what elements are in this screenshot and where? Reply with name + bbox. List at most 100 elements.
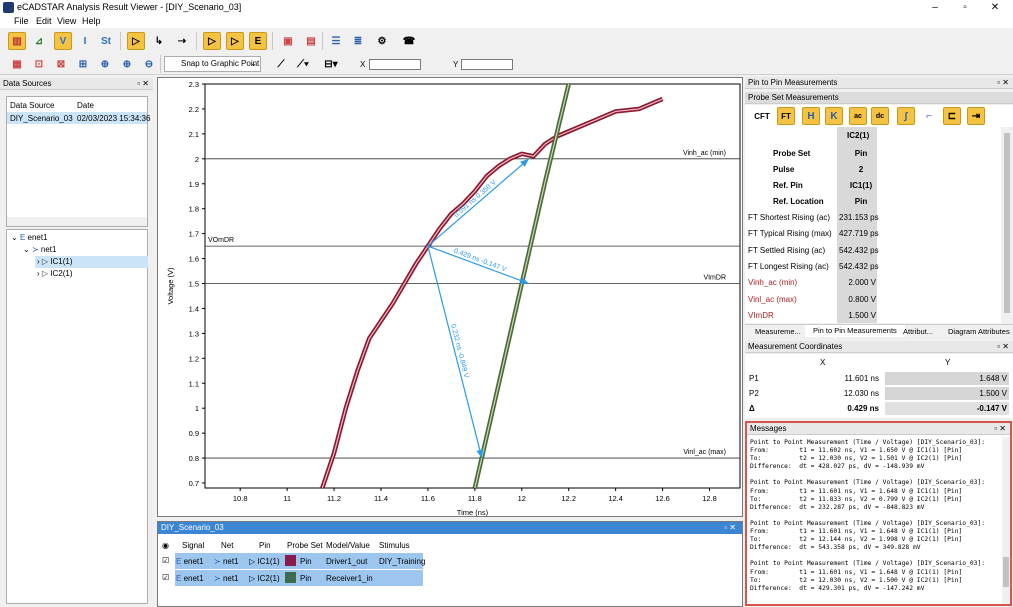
close-button[interactable]: ✕ [980,1,1010,14]
panel-controls-icon[interactable]: ▫ ✕ [997,77,1009,89]
zoom-box-icon[interactable]: ⊡ [30,55,48,73]
export-icon[interactable]: ⇥ [967,107,985,125]
stimulus-icon[interactable]: St [97,32,115,50]
net-value: net1 [222,574,239,583]
panel-controls-icon[interactable]: ▫ ✕ [997,341,1009,353]
zoom-area-icon[interactable]: ⊕ [96,55,114,73]
phone-icon[interactable]: ☎ [400,32,418,50]
x-tick-label: 12.4 [608,494,623,503]
net-cell: ≻ net1 [214,574,239,583]
y-coord-field[interactable] [461,59,513,70]
tree-label: net1 [40,245,57,254]
panel-controls-icon[interactable]: ▫ ✕ [137,78,149,90]
zoom-select-icon[interactable]: ⊠ [52,55,70,73]
settings-gear-icon[interactable]: ⚙ [373,32,391,50]
edge-rise-icon[interactable]: ∫ [897,107,915,125]
y-tick-label: 2.1 [189,130,199,139]
tree-item-ic1[interactable]: › ▷ IC1(1) [37,257,73,266]
panel-controls-icon[interactable]: ▫ ✕ [724,522,736,534]
tab-diagram-attributes[interactable]: Diagram Attributes [948,327,1010,336]
driver-icon[interactable]: ▷ [203,32,221,50]
ruler-dropdown-icon[interactable]: ⟋▾ [294,55,312,73]
col-data-source: Data Source [10,101,55,110]
menu-file[interactable]: File [14,16,29,26]
vertical-scrollbar[interactable] [1002,437,1010,604]
minimize-button[interactable]: – [920,1,950,14]
probe-edit-icon[interactable]: ↳ [150,32,168,50]
waveform-plot[interactable]: 2.3 2.2 2.1 2 1.9 1.8 1.7 1.6 1.5 1.4 1.3 1.2 1.1 1 0.… [157,77,743,517]
eye-icon[interactable]: ◉ [162,541,169,550]
zoom-out-icon[interactable]: ⊖ [140,55,158,73]
table-row[interactable] [175,570,423,586]
coord-x-value: 0.429 ns [847,404,879,413]
checkbox-checked-icon[interactable]: ☑ [162,573,169,582]
ptp-row-label: Vinh_ac (min) [748,278,798,287]
fit-icon[interactable]: ⊞ [74,55,92,73]
current-icon[interactable]: I [76,32,94,50]
probe-branch-icon[interactable]: ⇢ [173,32,191,50]
bar-chart-icon[interactable]: ▥ [8,32,26,50]
menu-view[interactable]: View [57,16,76,26]
edge-fall-icon[interactable]: ⌐ [920,107,938,125]
tab-attributes[interactable]: Attribut... [903,327,933,336]
ptp-row-value: 1.500 V [848,311,876,320]
ptp-row-label: Vinl_ac (max) [748,295,797,304]
menu-help[interactable]: Help [82,16,101,26]
zoom-in-icon[interactable]: ⊕ [118,55,136,73]
col-signal: Signal [182,541,205,550]
falling-icon[interactable]: K [825,107,843,125]
x-axis-label: Time (ns) [457,508,489,517]
tree-item-ic2[interactable]: › ▷ IC2(1) [37,269,73,278]
snap-dropdown[interactable]: Snap to Graphic Point ⌄ [164,56,261,72]
receiver-icon[interactable]: ▷ [226,32,244,50]
tab-measurements[interactable]: Measureme... [755,327,801,336]
report-icon[interactable]: ▤ [302,32,320,50]
pin-cell: ▷ IC2(1) [249,574,280,583]
measure-icon[interactable]: ⊟▾ [322,55,340,73]
layout-h-icon[interactable]: ☰ [327,32,345,50]
probe-icon[interactable]: ▷ [127,32,145,50]
ptp-row-value: 0.800 V [848,295,876,304]
coord-point-label: P1 [749,374,759,383]
menu-edit[interactable]: Edit [36,16,52,26]
horizontal-scrollbar[interactable] [7,217,147,226]
x-tick-label: 11.4 [374,494,388,503]
y-tick-label: 1.9 [189,180,199,189]
color-swatch[interactable] [285,572,296,583]
ft-icon[interactable]: FT [777,107,795,125]
grid-icon[interactable]: ▦ [8,55,26,73]
export-image-icon[interactable]: ▣ [279,32,297,50]
color-swatch[interactable] [285,555,296,566]
reference-line-label: VOmDR [208,237,234,244]
maximize-button[interactable]: ▫ [950,1,980,14]
messages-title: Messages [750,424,787,433]
tab-pin-to-pin[interactable]: Pin to Pin Measurements [805,325,905,337]
ptp-tabs: Measureme... Pin to Pin Measurements Att… [745,324,1013,337]
coord-point-label: Δ [749,404,755,413]
ptp-row-label: Ref. Location [773,197,824,206]
vertical-scrollbar[interactable] [1003,127,1011,323]
component-icon[interactable]: E [249,32,267,50]
voltage-icon[interactable]: V [54,32,72,50]
y-tick-label: 2.3 [189,80,199,89]
layout-stack-icon[interactable]: ≣ [349,32,367,50]
dc-icon[interactable]: dc [871,107,889,125]
ruler-icon[interactable]: ⟋ [272,55,290,73]
ac-icon[interactable]: ac [849,107,867,125]
ptp-row-value: 542.432 ps [839,262,879,271]
y-axis-label: Voltage (V) [166,267,175,305]
panel-controls-icon[interactable]: ▫ ✕ [994,423,1006,435]
y-tick-label: 2.2 [189,105,199,114]
checkbox-checked-icon[interactable]: ☑ [162,556,169,565]
tree-item-enet1[interactable]: ⌄ E enet1 [11,233,48,242]
x-coord-field[interactable] [369,59,421,70]
waveform-chart[interactable]: 2.32.22.121.91.81.71.61.51.41.31.21.110.… [158,78,744,518]
pulse-icon[interactable]: ⊏ [943,107,961,125]
rising-icon[interactable]: H [802,107,820,125]
tree-item-net1[interactable]: ⌄ ≻ net1 [23,245,56,254]
col-y: Y [945,358,951,367]
ptp-row-value: Pin [854,149,868,158]
cft-icon[interactable]: CFT [753,107,771,125]
y-tick-label: 0.8 [189,454,199,463]
waveform-icon[interactable]: ⊿ [30,32,48,50]
